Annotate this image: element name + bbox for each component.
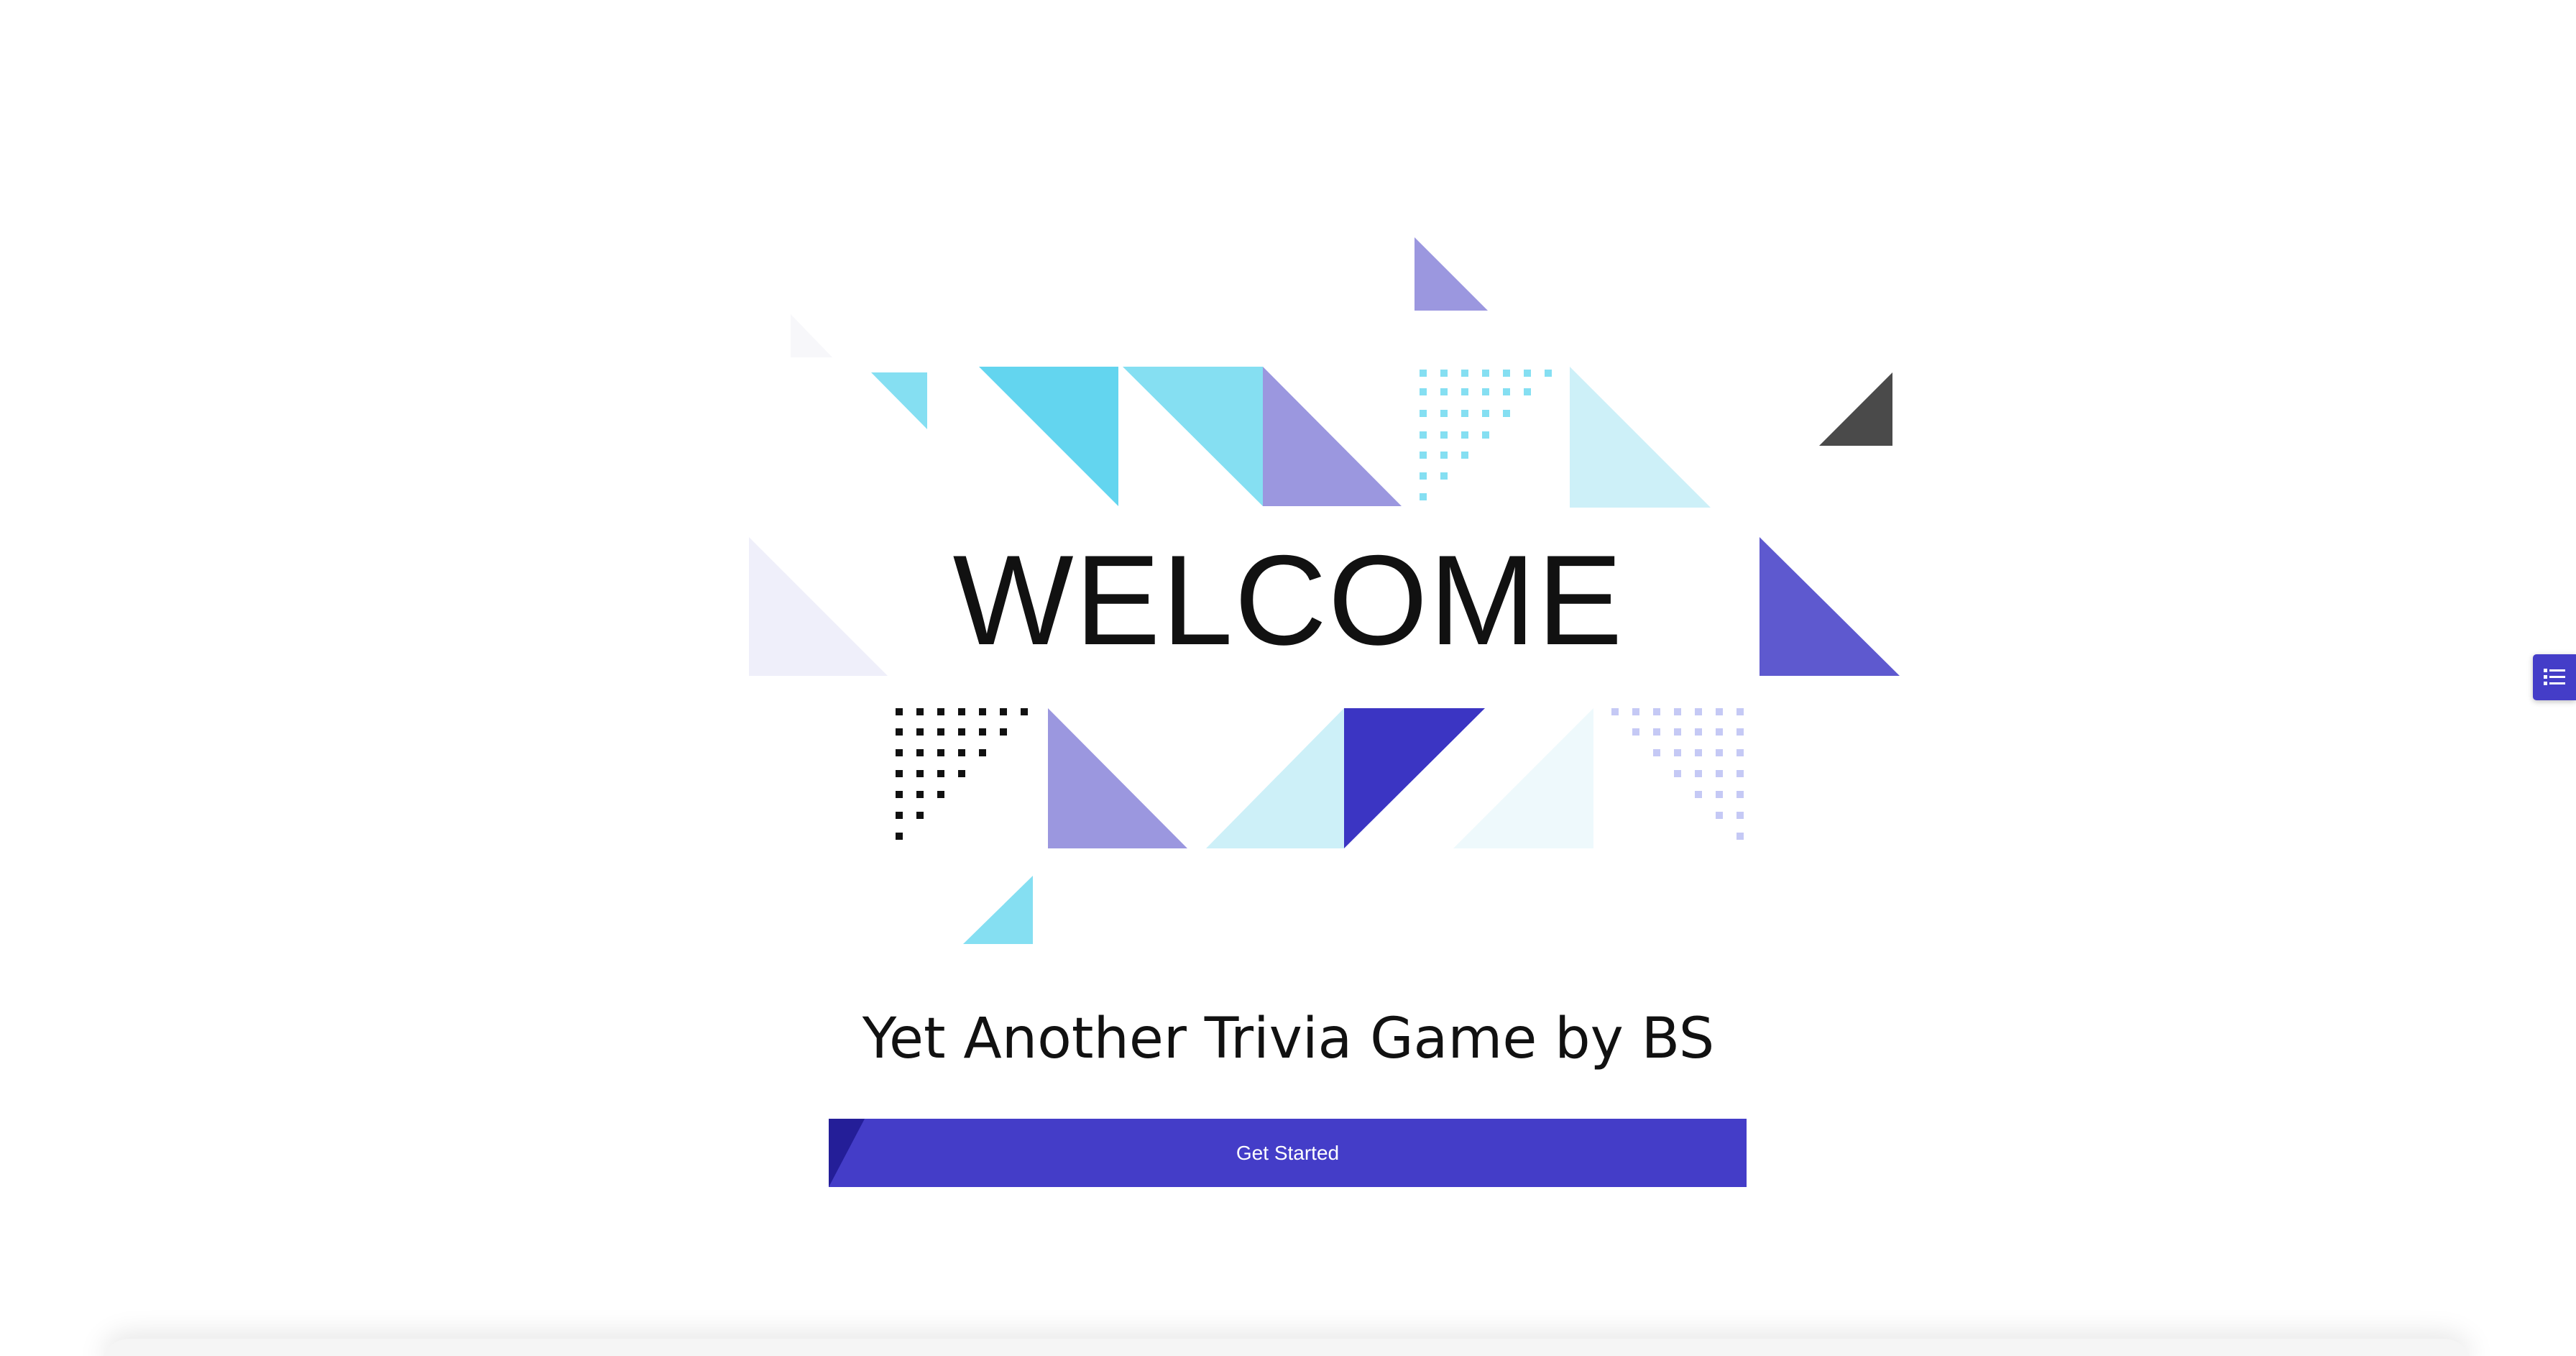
triangle-decoration xyxy=(791,314,832,357)
bottom-panel-edge xyxy=(101,1339,2472,1356)
triangle-decoration xyxy=(871,372,927,429)
triangle-decoration xyxy=(1263,367,1402,506)
triangle-decoration xyxy=(1048,708,1187,848)
triangle-decoration xyxy=(1123,367,1263,506)
triangle-decoration xyxy=(1206,708,1344,848)
dotted-triangle-black xyxy=(896,708,1028,840)
triangle-decoration xyxy=(979,367,1118,506)
triangle-decoration xyxy=(963,876,1033,944)
triangle-decoration xyxy=(1570,367,1711,508)
welcome-page: WELCOME Yet Another Trivia Game by BS Ge… xyxy=(0,0,2576,1356)
get-started-label: Get Started xyxy=(1236,1142,1340,1164)
list-icon xyxy=(2544,669,2565,685)
triangle-decoration xyxy=(1344,708,1485,848)
triangle-decoration xyxy=(1819,372,1892,446)
side-menu-tab[interactable] xyxy=(2533,654,2576,700)
dotted-triangle-lavender xyxy=(1611,708,1744,840)
dotted-triangle-cyan xyxy=(1420,370,1552,500)
welcome-title: WELCOME xyxy=(952,528,1624,672)
triangle-decoration xyxy=(1414,237,1488,311)
get-started-button[interactable]: Get Started xyxy=(829,1119,1747,1187)
game-subtitle: Yet Another Trivia Game by BS xyxy=(862,1007,1715,1071)
triangle-decoration xyxy=(1453,708,1593,848)
triangle-decoration xyxy=(1760,537,1900,676)
